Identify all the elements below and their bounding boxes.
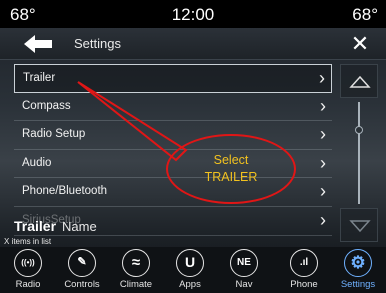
dock-label: Climate — [119, 279, 153, 290]
triangle-down-icon — [349, 220, 371, 233]
dock-label: Nav — [235, 279, 253, 290]
dock-item-radio[interactable]: ((•)) Radio — [4, 247, 52, 293]
close-button[interactable]: ✕ — [348, 31, 372, 57]
infotainment-screen: 68° 12:00 68° Settings ✕ Trailer › Compa… — [0, 0, 386, 293]
list-item-radio-setup[interactable]: Radio Setup › — [14, 121, 332, 150]
apps-icon: U — [176, 249, 204, 277]
dock-label: Radio — [15, 279, 41, 290]
list-item-label: Audio — [22, 156, 52, 169]
close-icon: ✕ — [350, 31, 370, 56]
settings-header: Settings ✕ — [0, 28, 386, 60]
list-item-label: Radio Setup — [22, 128, 86, 141]
dock-item-controls[interactable]: ✎ Controls — [58, 247, 106, 293]
list-count: X items in list — [4, 237, 52, 246]
list-item-label: Phone/Bluetooth — [22, 185, 108, 198]
list-item-label: Trailer — [23, 72, 56, 84]
status-bar: 68° 12:00 68° — [0, 0, 386, 28]
radio-icon: ((•)) — [14, 249, 42, 277]
controls-icon: ✎ — [68, 249, 96, 277]
current-item-title: Trailer — [14, 218, 57, 234]
scroll-track[interactable] — [358, 102, 360, 204]
chevron-right-icon: › — [320, 209, 326, 230]
scroll-up-button[interactable] — [340, 64, 378, 98]
back-button[interactable] — [22, 34, 54, 54]
dock-item-climate[interactable]: ≈ Climate — [112, 247, 160, 293]
clock: 12:00 — [171, 5, 215, 24]
passenger-temperature[interactable]: 68° — [352, 5, 378, 25]
list-item-label: Compass — [22, 99, 71, 112]
chevron-right-icon: › — [320, 95, 326, 116]
dock-label: Apps — [179, 279, 201, 290]
list-item-trailer[interactable]: Trailer › — [14, 64, 332, 93]
dock-item-phone[interactable]: .ıl Phone — [280, 247, 328, 293]
dock-label: Settings — [340, 279, 376, 290]
climate-icon: ≈ — [122, 249, 150, 277]
chevron-right-icon: › — [320, 181, 326, 202]
dock-label: Phone — [290, 279, 318, 290]
scroll-down-button[interactable] — [340, 208, 378, 242]
list-scrollbar[interactable] — [340, 64, 378, 242]
chevron-right-icon: › — [320, 152, 326, 173]
back-arrow-icon — [24, 35, 52, 53]
current-item-subtitle: Name — [62, 219, 97, 234]
scroll-thumb[interactable] — [355, 126, 363, 134]
chevron-right-icon: › — [320, 124, 326, 145]
dock-item-nav[interactable]: NE Nav — [220, 247, 268, 293]
callout-text: Select TRAILER — [166, 152, 296, 186]
triangle-up-icon — [349, 75, 371, 88]
page-title: Settings — [74, 36, 121, 51]
nav-icon: NE — [230, 249, 258, 277]
list-item-compass[interactable]: Compass › — [14, 93, 332, 122]
dock-item-settings[interactable]: ⚙ Settings — [334, 247, 382, 293]
phone-icon: .ıl — [290, 249, 318, 277]
dock-item-apps[interactable]: U Apps — [166, 247, 214, 293]
callout-line-1: Select — [213, 153, 249, 167]
bottom-dock: ((•)) Radio ✎ Controls ≈ Climate U Apps … — [0, 247, 386, 293]
dock-label: Controls — [64, 279, 100, 290]
callout-line-2: TRAILER — [204, 170, 258, 184]
settings-icon: ⚙ — [344, 249, 372, 277]
chevron-right-icon: › — [319, 68, 325, 88]
